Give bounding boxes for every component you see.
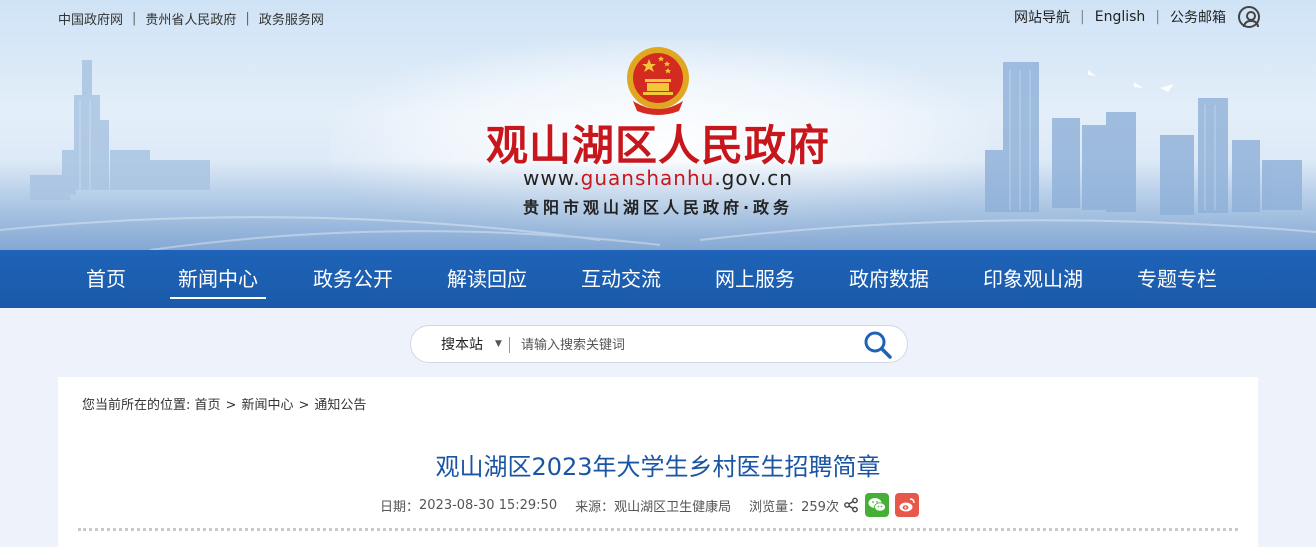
- date-label: 日期：: [380, 499, 420, 515]
- share-icon[interactable]: [843, 497, 859, 513]
- source-label: 来源：: [575, 499, 615, 515]
- article-panel: 您当前所在的位置: 首页 > 新闻中心 > 通知公告 观山湖区2023年大学生乡村医生招…: [58, 377, 1258, 547]
- url-suffix: .gov.cn: [714, 166, 793, 190]
- national-emblem-icon: [627, 47, 689, 115]
- link-site-nav[interactable]: 网站导航: [1014, 7, 1070, 27]
- breadcrumb: 您当前所在的位置: 首页 > 新闻中心 > 通知公告: [82, 394, 366, 413]
- site-header: 中国政府网 | 贵州省人民政府 | 政务服务网 网站导航 | English |…: [0, 0, 1316, 250]
- nav-item-interpretation[interactable]: 解读回应: [447, 250, 527, 308]
- breadcrumb-news[interactable]: 新闻中心: [241, 398, 293, 413]
- nav-item-impression[interactable]: 印象观山湖: [983, 250, 1083, 308]
- link-service-portal[interactable]: 政务服务网: [259, 9, 324, 28]
- top-right-bar: 网站导航 | English | 公务邮箱: [1014, 6, 1260, 28]
- nav-item-home[interactable]: 首页: [86, 250, 126, 308]
- breadcrumb-home[interactable]: 首页: [195, 398, 221, 413]
- separator: |: [1155, 9, 1160, 25]
- link-gov-cn[interactable]: 中国政府网: [58, 9, 123, 28]
- views-label: 浏览量：: [749, 499, 802, 515]
- user-circle-icon[interactable]: [1238, 6, 1260, 28]
- weibo-icon[interactable]: [894, 493, 919, 517]
- view-count: 259次: [801, 499, 839, 515]
- link-english[interactable]: English: [1095, 9, 1146, 25]
- divider: [509, 337, 510, 353]
- top-links-bar: 中国政府网 | 贵州省人民政府 | 政务服务网: [58, 9, 324, 28]
- article-title: 观山湖区2023年大学生乡村医生招聘简章: [435, 453, 881, 481]
- nav-item-gov-data[interactable]: 政府数据: [849, 250, 929, 308]
- search-scope-select[interactable]: 搜本站: [441, 326, 483, 364]
- search-bar: 搜本站 ▼: [410, 325, 908, 363]
- article-meta: 日期： 2023-08-30 15:29:50 来源： 观山湖区卫生健康局 浏览…: [380, 493, 919, 517]
- breadcrumb-prefix: 您当前所在的位置:: [82, 398, 191, 413]
- nav-item-special[interactable]: 专题专栏: [1137, 250, 1217, 308]
- breadcrumb-notices[interactable]: 通知公告: [314, 398, 366, 413]
- breadcrumb-separator: >: [298, 398, 310, 413]
- divider-dotted: [78, 528, 1238, 531]
- site-title: 观山湖区人民政府: [485, 121, 830, 170]
- url-domain: guanshanhu: [580, 166, 715, 190]
- nav-item-gov-affairs[interactable]: 政务公开: [313, 250, 393, 308]
- site-subtitle: 贵阳市观山湖区人民政府·政务: [522, 198, 794, 217]
- nav-item-interaction[interactable]: 互动交流: [581, 250, 661, 308]
- search-icon[interactable]: [863, 330, 893, 360]
- article-date: 2023-08-30 15:29:50: [419, 497, 558, 513]
- separator: |: [1080, 9, 1085, 25]
- nav-item-online-service[interactable]: 网上服务: [715, 250, 795, 308]
- article-source: 观山湖区卫生健康局: [614, 499, 732, 515]
- separator: |: [132, 11, 137, 26]
- main-nav: 首页 新闻中心 政务公开 解读回应 互动交流 网上服务 政府数据 印象观山湖 专…: [0, 250, 1316, 308]
- separator: |: [245, 11, 250, 26]
- caret-down-icon[interactable]: ▼: [495, 326, 502, 363]
- site-url: www.guanshanhu.gov.cn: [470, 166, 846, 190]
- url-prefix: www.: [523, 166, 581, 190]
- wechat-icon[interactable]: [864, 493, 889, 517]
- search-input[interactable]: [519, 332, 853, 358]
- nav-item-news[interactable]: 新闻中心: [170, 250, 266, 308]
- link-guizhou-gov[interactable]: 贵州省人民政府: [145, 9, 236, 28]
- breadcrumb-separator: >: [225, 398, 237, 413]
- link-official-mail[interactable]: 公务邮箱: [1170, 7, 1226, 27]
